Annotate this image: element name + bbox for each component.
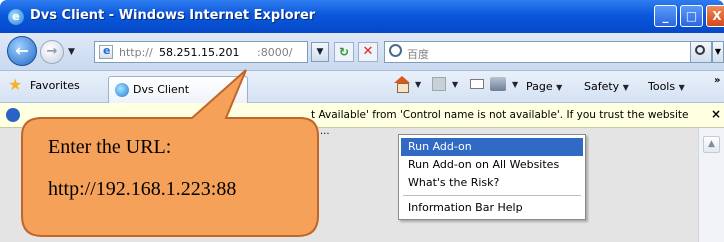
chevron-down-icon: ▼ (678, 83, 685, 92)
home-dropdown-icon[interactable]: ▼ (415, 80, 421, 89)
infobar-close-icon[interactable]: × (711, 107, 721, 121)
chevron-down-icon: ▼ (556, 83, 563, 92)
context-menu: Run Add-on Run Add-on on All Websites Wh… (398, 134, 586, 220)
print-dropdown-icon[interactable]: ▼ (512, 80, 518, 89)
ie-logo-icon: e (8, 9, 24, 25)
home-icon[interactable] (393, 76, 411, 93)
history-dropdown-icon[interactable]: ▼ (68, 47, 75, 57)
url-host: 58.251.15.201 (159, 46, 240, 59)
tab-dvs-client[interactable]: Dvs Client (108, 76, 248, 103)
tab-label: Dvs Client (133, 83, 190, 96)
tools-menu[interactable]: Tools ▼ (648, 80, 685, 93)
forward-button[interactable]: → (40, 40, 64, 64)
address-input[interactable]: http:// 58.251.15.201 :8000/ (94, 41, 308, 63)
close-window-button[interactable]: X (706, 5, 724, 27)
scroll-up-button[interactable]: ▲ (703, 136, 720, 153)
safety-menu-label: Safety (584, 80, 620, 93)
search-icon (695, 45, 705, 55)
search-button[interactable] (690, 41, 712, 63)
command-bar: ★ Favorites Dvs Client ▼ ▼ ▼ Page ▼ Safe… (0, 71, 724, 103)
print-icon[interactable] (490, 77, 506, 91)
maximize-button[interactable]: □ (680, 5, 703, 27)
url-prefix: http:// (119, 46, 153, 59)
search-input[interactable]: 百度 (384, 41, 696, 63)
ie-page-icon (115, 83, 129, 97)
minimize-button[interactable]: _ (654, 5, 677, 27)
tools-menu-label: Tools (648, 80, 676, 93)
page-content: ▲ (0, 128, 724, 242)
information-bar[interactable]: t Available' from 'Control name is not a… (0, 103, 724, 128)
infobar-ellipsis: ... (320, 126, 330, 137)
url-port: :8000/ (257, 46, 293, 59)
toolbar-overflow-icon[interactable]: » (714, 75, 720, 86)
search-engine-icon (389, 44, 402, 57)
mail-icon[interactable] (470, 79, 484, 89)
title-bar: e Dvs Client - Windows Internet Explorer… (0, 0, 724, 33)
menu-item-information-bar-help[interactable]: Information Bar Help (401, 199, 583, 217)
infobar-message: t Available' from 'Control name is not a… (311, 109, 689, 121)
address-row: ← → ▼ http:// 58.251.15.201 :8000/ ▼ ↻ ✕… (0, 33, 724, 71)
search-placeholder: 百度 (407, 48, 429, 61)
content-area (0, 128, 698, 242)
search-options-dropdown[interactable]: ▼ (712, 41, 724, 63)
chevron-down-icon: ▼ (622, 83, 629, 92)
menu-item-whats-the-risk[interactable]: What's the Risk? (401, 174, 583, 192)
refresh-button[interactable]: ↻ (334, 42, 354, 62)
menu-item-run-add-on-all-websites[interactable]: Run Add-on on All Websites (401, 156, 583, 174)
page-menu[interactable]: Page ▼ (526, 80, 562, 93)
menu-item-run-add-on[interactable]: Run Add-on (401, 138, 583, 156)
page-menu-label: Page (526, 80, 553, 93)
page-icon (99, 44, 113, 59)
star-icon: ★ (8, 75, 23, 94)
menu-separator (403, 195, 581, 196)
back-button[interactable]: ← (7, 36, 37, 66)
feeds-icon[interactable] (432, 77, 446, 91)
feeds-dropdown-icon[interactable]: ▼ (452, 80, 458, 89)
favorites-label: Favorites (30, 79, 80, 92)
window-title: Dvs Client - Windows Internet Explorer (30, 8, 316, 23)
stop-button[interactable]: ✕ (358, 42, 378, 62)
address-dropdown-button[interactable]: ▼ (311, 42, 329, 62)
safety-menu[interactable]: Safety ▼ (584, 80, 629, 93)
info-shield-icon (6, 108, 20, 122)
